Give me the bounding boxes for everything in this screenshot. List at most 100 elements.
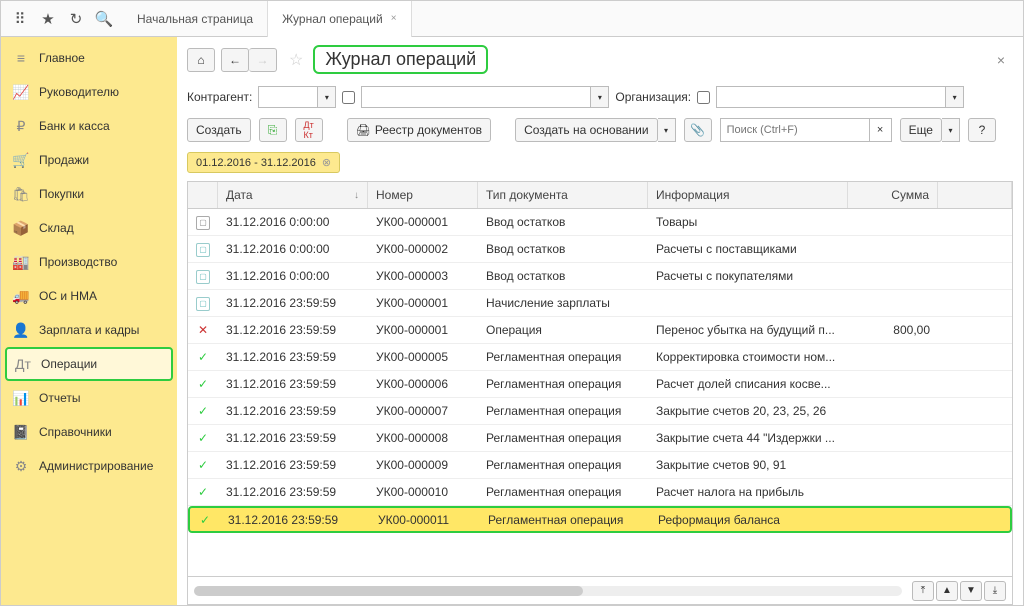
nav-first[interactable]: ⤒ [912, 581, 934, 601]
sidebar-item-2[interactable]: ₽Банк и касса [1, 109, 177, 143]
cell-type: Ввод остатков [478, 269, 648, 283]
create-based-button[interactable]: Создать на основании [515, 118, 658, 142]
sidebar-item-12[interactable]: ⚙Администрирование [1, 449, 177, 483]
table-row[interactable]: ✓31.12.2016 23:59:59УК00-000006Регламент… [188, 371, 1012, 398]
sidebar-icon: 📦 [13, 220, 29, 236]
cell-date: 31.12.2016 23:59:59 [218, 485, 368, 499]
col-number[interactable]: Номер [368, 182, 478, 208]
sidebar-label: Справочники [39, 425, 112, 439]
tab-home[interactable]: Начальная страница [123, 1, 268, 37]
sidebar-label: Покупки [39, 187, 84, 201]
sidebar-item-5[interactable]: 📦Склад [1, 211, 177, 245]
sidebar-icon: ≡ [13, 50, 29, 66]
dtkt-button[interactable]: ДтКт [295, 118, 323, 142]
home-button[interactable]: ⌂ [187, 48, 215, 72]
table-row[interactable]: ✓31.12.2016 23:59:59УК00-000007Регламент… [188, 398, 1012, 425]
sidebar-item-7[interactable]: 🚚ОС и НМА [1, 279, 177, 313]
sidebar-item-11[interactable]: 📓Справочники [1, 415, 177, 449]
cell-date: 31.12.2016 23:59:59 [218, 377, 368, 391]
table-row[interactable]: ▢31.12.2016 23:59:59УК00-000001Начислени… [188, 290, 1012, 317]
table-row[interactable]: ✓31.12.2016 23:59:59УК00-000010Регламент… [188, 479, 1012, 506]
col-info[interactable]: Информация [648, 182, 848, 208]
close-page-button[interactable]: × [989, 52, 1013, 68]
sidebar-icon: 🛍 [13, 186, 29, 202]
h-scrollbar[interactable] [194, 586, 902, 596]
create-based-dropdown[interactable]: ▾ [658, 118, 676, 142]
table-row[interactable]: ✓31.12.2016 23:59:59УК00-000005Регламент… [188, 344, 1012, 371]
table-row[interactable]: ✕31.12.2016 23:59:59УК00-000001ОперацияП… [188, 317, 1012, 344]
sidebar-label: ОС и НМА [39, 289, 97, 303]
table-row[interactable]: ✓31.12.2016 23:59:59УК00-000008Регламент… [188, 425, 1012, 452]
cell-number: УК00-000007 [368, 404, 478, 418]
grid-nav: ⤒ ▲ ▼ ⤓ [912, 581, 1006, 601]
sidebar-icon: ⚙ [13, 458, 29, 474]
search-icon[interactable]: 🔍 [91, 6, 117, 32]
sidebar-item-3[interactable]: 🛒Продажи [1, 143, 177, 177]
nav-down[interactable]: ▼ [960, 581, 982, 601]
search-input[interactable] [720, 118, 870, 142]
more-button[interactable]: Еще [900, 118, 942, 142]
cell-type: Регламентная операция [478, 350, 648, 364]
search-clear[interactable]: × [870, 118, 892, 142]
org-checkbox[interactable] [697, 91, 710, 104]
cell-number: УК00-000005 [368, 350, 478, 364]
sidebar-item-8[interactable]: 👤Зарплата и кадры [1, 313, 177, 347]
help-button[interactable]: ? [968, 118, 996, 142]
star-icon[interactable]: ★ [35, 6, 61, 32]
table-row[interactable]: ✓31.12.2016 23:59:59УК00-000009Регламент… [188, 452, 1012, 479]
cell-number: УК00-000001 [368, 215, 478, 229]
contractor-dropdown[interactable]: ▾ [318, 86, 336, 108]
cell-number: УК00-000003 [368, 269, 478, 283]
sidebar-item-0[interactable]: ≡Главное [1, 41, 177, 75]
cell-info: Перенос убытка на будущий п... [648, 323, 848, 337]
cell-type: Регламентная операция [478, 485, 648, 499]
table-row[interactable]: ▢31.12.2016 0:00:00УК00-000002Ввод остат… [188, 236, 1012, 263]
create-button[interactable]: Создать [187, 118, 251, 142]
date-range-chip[interactable]: 01.12.2016 - 31.12.2016 ⊗ [187, 152, 340, 173]
sidebar-icon: 🏭 [13, 254, 29, 270]
sidebar-icon: 📈 [13, 84, 29, 100]
cell-type: Начисление зарплаты [478, 296, 648, 310]
filter-field-1[interactable] [361, 86, 591, 108]
back-button[interactable]: ← [221, 48, 249, 72]
col-sum[interactable]: Сумма [848, 182, 938, 208]
history-icon[interactable]: ↻ [63, 6, 89, 32]
sidebar-item-10[interactable]: 📊Отчеты [1, 381, 177, 415]
cell-date: 31.12.2016 23:59:59 [218, 323, 368, 337]
tab-close-icon[interactable]: × [391, 13, 397, 24]
col-icon[interactable] [188, 182, 218, 208]
cell-type: Регламентная операция [478, 377, 648, 391]
cell-date: 31.12.2016 0:00:00 [218, 269, 368, 283]
contractor-field[interactable] [258, 86, 318, 108]
registry-button[interactable]: 🖨Реестр документов [347, 118, 491, 142]
col-date[interactable]: Дата [218, 182, 368, 208]
sidebar-item-4[interactable]: 🛍 Покупки [1, 177, 177, 211]
nav-up[interactable]: ▲ [936, 581, 958, 601]
tab-current[interactable]: Журнал операций× [268, 1, 411, 37]
table-row[interactable]: ▢31.12.2016 0:00:00УК00-000003Ввод остат… [188, 263, 1012, 290]
table-row[interactable]: ✓31.12.2016 23:59:59УК00-000011Регламент… [188, 506, 1012, 533]
nav-last[interactable]: ⤓ [984, 581, 1006, 601]
cell-date: 31.12.2016 23:59:59 [218, 404, 368, 418]
sidebar-item-6[interactable]: 🏭Производство [1, 245, 177, 279]
org-dropdown[interactable]: ▾ [946, 86, 964, 108]
scrollbar-thumb[interactable] [194, 586, 583, 596]
row-status-icon: ✓ [196, 404, 210, 418]
more-dropdown[interactable]: ▾ [942, 118, 960, 142]
cell-type: Регламентная операция [478, 431, 648, 445]
col-type[interactable]: Тип документа [478, 182, 648, 208]
attach-button[interactable]: 📎 [684, 118, 712, 142]
date-range-clear-icon[interactable]: ⊗ [322, 156, 331, 169]
apps-icon[interactable]: ⠿ [7, 6, 33, 32]
filter-checkbox-1[interactable] [342, 91, 355, 104]
filter-dropdown-1[interactable]: ▾ [591, 86, 609, 108]
copy-button[interactable]: ⎘ [259, 118, 287, 142]
org-field[interactable] [716, 86, 946, 108]
forward-button[interactable]: → [249, 48, 277, 72]
row-status-icon: ✓ [196, 350, 210, 364]
col-extra[interactable] [938, 182, 1012, 208]
sidebar-item-1[interactable]: 📈Руководителю [1, 75, 177, 109]
sidebar-item-9[interactable]: ДтОперации [5, 347, 173, 381]
table-row[interactable]: ▢31.12.2016 0:00:00УК00-000001Ввод остат… [188, 209, 1012, 236]
favorite-icon[interactable]: ☆ [289, 50, 303, 70]
